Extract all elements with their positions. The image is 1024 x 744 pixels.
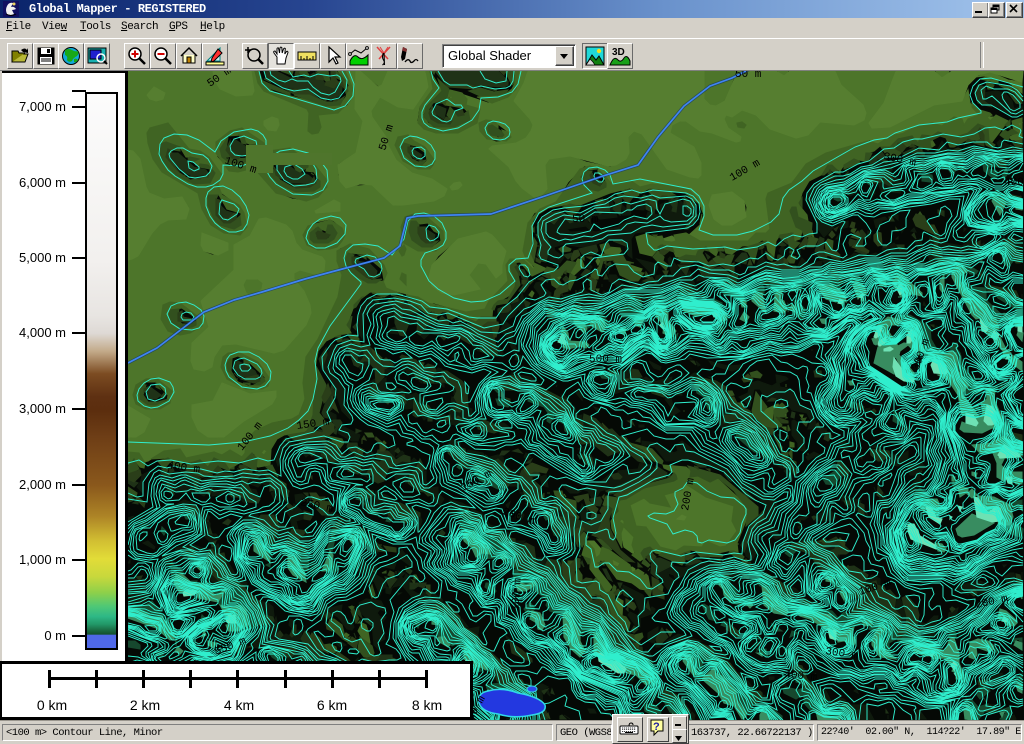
svg-text:?: ? <box>653 721 660 733</box>
svg-text:50 m: 50 m <box>572 214 599 226</box>
svg-text:3D: 3D <box>612 47 625 58</box>
svg-text:50 m: 50 m <box>735 71 762 81</box>
svg-text:400 m: 400 m <box>1004 177 1024 189</box>
svg-text:500 m: 500 m <box>589 354 622 366</box>
